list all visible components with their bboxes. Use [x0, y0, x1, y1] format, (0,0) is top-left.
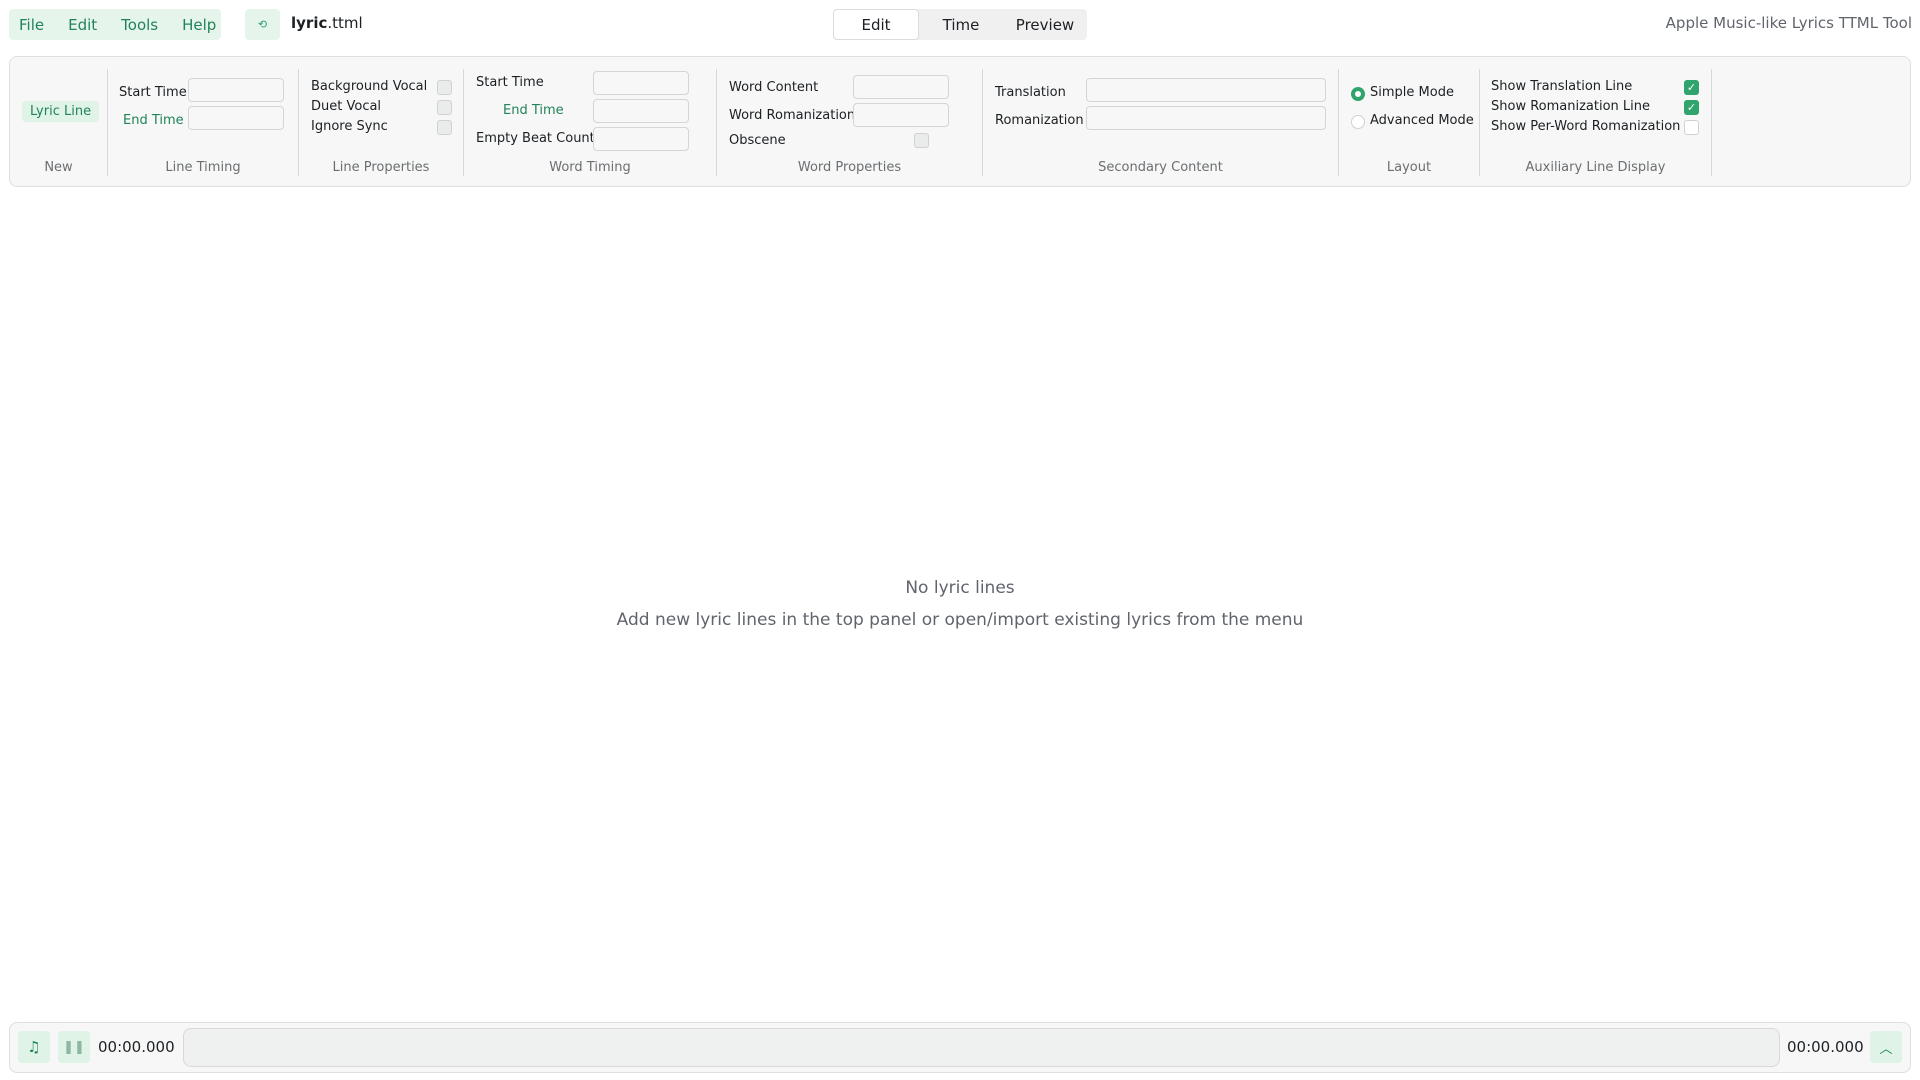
section-label: Layout [1386, 160, 1432, 175]
empty-state-title: No lyric lines [905, 578, 1015, 598]
section-auxiliary-display: Show Translation Line ✓ Show Romanizatio… [1480, 69, 1712, 176]
section-secondary-content: Translation Romanization Secondary Conte… [983, 69, 1339, 176]
simple-mode-label[interactable]: Simple Mode [1370, 85, 1454, 100]
empty-beat-input[interactable] [593, 127, 689, 151]
ignore-sync-label: Ignore Sync [311, 119, 388, 134]
menu-bar: File Edit Tools Help [9, 9, 221, 40]
show-romanization-label: Show Romanization Line [1491, 99, 1651, 114]
obscene-label: Obscene [729, 133, 786, 148]
section-layout: Simple Mode Advanced Mode Layout [1339, 69, 1480, 176]
menu-edit[interactable]: Edit [68, 16, 97, 34]
show-translation-label: Show Translation Line [1491, 79, 1633, 94]
section-new: Lyric Line New [10, 69, 108, 176]
advanced-mode-radio[interactable] [1351, 115, 1365, 129]
history-icon[interactable]: ⟲ [245, 9, 280, 40]
pause-icon[interactable]: ❚❚ [58, 1031, 90, 1063]
section-label: Secondary Content [1098, 160, 1223, 175]
menu-help[interactable]: Help [182, 16, 216, 34]
menu-tools[interactable]: Tools [121, 16, 158, 34]
section-word-properties: Word Content Word Romanization Obscene W… [717, 69, 983, 176]
word-start-input[interactable] [593, 71, 689, 95]
file-extension: .ttml [327, 14, 363, 32]
file-name: lyric.ttml [291, 14, 363, 32]
translation-input[interactable] [1086, 78, 1326, 102]
file-basename: lyric [291, 14, 328, 32]
simple-mode-radio[interactable] [1351, 87, 1365, 101]
word-romanization-input[interactable] [853, 103, 949, 127]
empty-state-hint: Add new lyric lines in the top panel or … [616, 610, 1304, 630]
background-vocal-checkbox[interactable] [437, 80, 452, 95]
duet-vocal-label: Duet Vocal [311, 99, 382, 114]
show-per-word-romanization-checkbox[interactable] [1684, 120, 1699, 135]
section-label: Word Timing [549, 160, 631, 175]
current-time: 00:00.000 [98, 1038, 175, 1056]
section-line-timing: Start Time End Time Line Timing [108, 69, 299, 176]
chevron-up-icon[interactable]: ︿ [1870, 1031, 1902, 1063]
section-word-timing: Start Time End Time Empty Beat Count Wor… [464, 69, 717, 176]
line-end-label: End Time [123, 113, 184, 128]
word-content-input[interactable] [853, 75, 949, 99]
tab-preview[interactable]: Preview [1003, 9, 1087, 40]
new-lyric-line-button[interactable]: Lyric Line [22, 101, 100, 122]
tab-edit[interactable]: Edit [833, 9, 919, 40]
app-title: Apple Music-like Lyrics TTML Tool [1665, 14, 1912, 32]
word-start-label: Start Time [476, 75, 544, 90]
edit-panel: Lyric Line New Start Time End Time Line … [9, 56, 1911, 187]
line-start-input[interactable] [188, 78, 284, 102]
line-end-input[interactable] [188, 106, 284, 130]
section-label: New [44, 160, 73, 175]
total-time: 00:00.000 [1787, 1038, 1864, 1056]
advanced-mode-label[interactable]: Advanced Mode [1370, 113, 1474, 128]
section-label: Line Properties [332, 160, 430, 175]
menu-file[interactable]: File [19, 16, 44, 34]
word-romanization-label: Word Romanization [729, 108, 856, 123]
show-per-word-romanization-label: Show Per-Word Romanization [1491, 119, 1681, 134]
word-end-input[interactable] [593, 99, 689, 123]
music-note-icon[interactable]: ♫ [18, 1031, 50, 1063]
word-content-label: Word Content [729, 80, 819, 95]
show-translation-checkbox[interactable]: ✓ [1684, 80, 1699, 95]
playback-track[interactable] [183, 1028, 1780, 1067]
section-label: Line Timing [165, 160, 241, 175]
background-vocal-label: Background Vocal [311, 79, 428, 94]
duet-vocal-checkbox[interactable] [437, 100, 452, 115]
empty-beat-label: Empty Beat Count [476, 131, 595, 146]
ignore-sync-checkbox[interactable] [437, 120, 452, 135]
romanization-input[interactable] [1086, 106, 1326, 130]
player-bar: ♫ ❚❚ 00:00.000 00:00.000 ︿ [9, 1022, 1911, 1073]
line-start-label: Start Time [119, 85, 187, 100]
romanization-label: Romanization [995, 113, 1084, 128]
show-romanization-checkbox[interactable]: ✓ [1684, 100, 1699, 115]
section-label: Auxiliary Line Display [1525, 160, 1666, 175]
translation-label: Translation [995, 85, 1066, 100]
section-line-properties: Background Vocal Duet Vocal Ignore Sync … [299, 69, 464, 176]
tab-time[interactable]: Time [919, 9, 1003, 40]
obscene-checkbox[interactable] [914, 133, 929, 148]
section-label: Word Properties [797, 160, 902, 175]
mode-tabs: Edit Time Preview [833, 9, 1087, 40]
word-end-label: End Time [503, 103, 564, 118]
